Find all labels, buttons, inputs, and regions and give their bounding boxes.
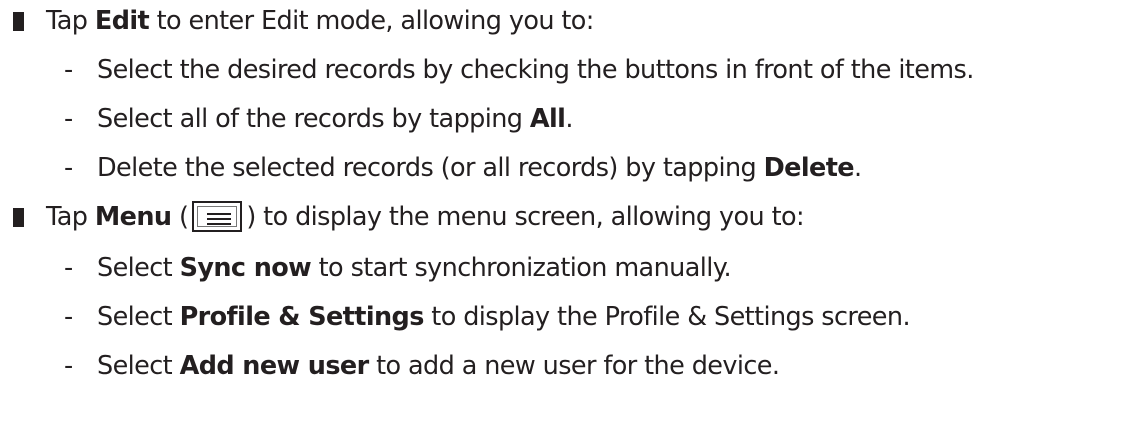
- list-item: Select Add new user to add a new user fo…: [97, 350, 780, 382]
- dash-bullet: -: [64, 153, 74, 183]
- menu-icon-frame: [197, 205, 238, 227]
- item-text-after: .: [565, 104, 573, 134]
- menu-icon-bar: [207, 217, 232, 220]
- item-text: Select: [97, 351, 180, 381]
- item-text: Select: [97, 302, 180, 332]
- intro-edit-before: Tap: [46, 6, 95, 36]
- all-keyword: All: [529, 104, 566, 134]
- menu-icon: [192, 200, 243, 232]
- list-item: Select Profile & Settings to display the…: [97, 301, 911, 333]
- intro-menu-before: Tap: [46, 202, 95, 232]
- bullet-square-edit: [13, 12, 24, 31]
- list-item: Delete the selected records (or all reco…: [97, 152, 862, 184]
- item-text: Select the desired records by checking t…: [97, 55, 974, 85]
- item-text-after: .: [853, 153, 862, 183]
- list-item: Select all of the records by tapping All…: [97, 103, 573, 135]
- item-text-after: to add a new user for the device.: [368, 351, 780, 381]
- dash-bullet: -: [64, 55, 74, 85]
- item-text: Delete the selected records (or all reco…: [97, 153, 764, 183]
- list-item: Select Sync now to start synchronization…: [97, 252, 732, 284]
- add-new-user-keyword: Add new user: [179, 351, 370, 381]
- dash-bullet: -: [64, 302, 74, 332]
- edit-keyword: Edit: [94, 6, 150, 36]
- list-item: Select the desired records by checking t…: [97, 54, 974, 86]
- intro-edit: Tap Edit to enter Edit mode, allowing yo…: [46, 5, 594, 37]
- intro-menu-after: to display the menu screen, allowing you…: [255, 202, 804, 232]
- intro-menu: Tap Menu () to display the menu screen, …: [46, 200, 805, 234]
- paren-open: (: [171, 202, 189, 232]
- dash-bullet: -: [64, 351, 74, 381]
- intro-edit-after: to enter Edit mode, allowing you to:: [149, 6, 595, 36]
- item-text-after: to display the Profile & Settings screen…: [423, 302, 910, 332]
- profile-settings-keyword: Profile & Settings: [179, 302, 425, 332]
- menu-keyword: Menu: [94, 202, 172, 232]
- delete-keyword: Delete: [763, 153, 855, 183]
- menu-icon-bar: [207, 222, 232, 225]
- item-text-after: to start synchronization manually.: [311, 253, 732, 283]
- menu-icon-bar: [207, 212, 232, 215]
- sync-now-keyword: Sync now: [179, 253, 312, 283]
- dash-bullet: -: [64, 253, 74, 283]
- instruction-document: Tap Edit to enter Edit mode, allowing yo…: [0, 0, 1139, 437]
- item-text: Select: [97, 253, 180, 283]
- item-text: Select all of the records by tapping: [97, 104, 530, 134]
- paren-close: ): [246, 202, 256, 232]
- bullet-square-menu: [13, 208, 24, 227]
- dash-bullet: -: [64, 104, 74, 134]
